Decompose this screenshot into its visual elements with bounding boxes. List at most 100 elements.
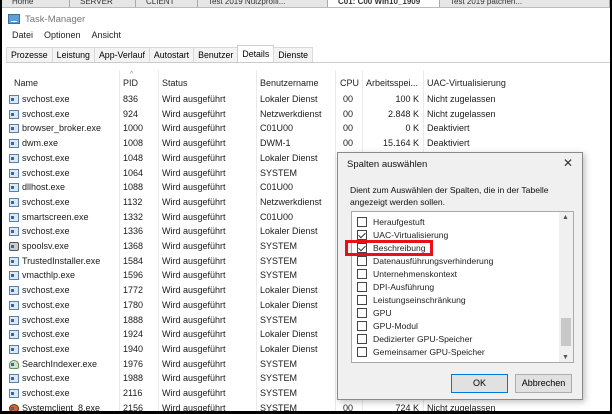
close-icon[interactable]: ✕ bbox=[563, 156, 573, 170]
process-status: Wird ausgeführt bbox=[162, 182, 226, 193]
column-option[interactable]: Leistungseinschränkung bbox=[357, 293, 466, 306]
tab-dienste[interactable]: Dienste bbox=[273, 47, 314, 62]
process-user: Netzwerkdienst bbox=[260, 196, 322, 207]
chevron-down-icon[interactable]: ▼ bbox=[562, 354, 569, 361]
column-list: ▲ ▼ Heraufgestuft UAC-Virtualisierung Besc… bbox=[351, 211, 574, 363]
column-header-pid[interactable]: PID bbox=[123, 78, 138, 88]
checkbox[interactable] bbox=[357, 346, 367, 357]
column-option[interactable]: Dedizierter GPU-Speicher bbox=[357, 332, 472, 345]
tab-autostart[interactable]: Autostart bbox=[148, 47, 195, 62]
vm-tab[interactable]: Home bbox=[2, 0, 70, 7]
list-scrollbar[interactable]: ▲ ▼ bbox=[559, 212, 573, 362]
process-status: Wird ausgeführt bbox=[162, 152, 226, 163]
menu-optionen[interactable]: Optionen bbox=[44, 30, 81, 40]
service-process-icon bbox=[9, 139, 19, 149]
vm-tab-strip: Home SERVER CLIENT Test 2019 Nutzprofil... C… bbox=[2, 0, 610, 8]
chevron-up-icon[interactable]: ▲ bbox=[562, 214, 569, 221]
process-status: Wird ausgeführt bbox=[162, 314, 226, 325]
process-status: Wird ausgeführt bbox=[162, 196, 226, 207]
vm-tab[interactable]: Test 2019 Nutzprofil... bbox=[198, 0, 328, 7]
service-process-icon bbox=[9, 389, 19, 398]
table-row[interactable]: browser_broker.exe 1000 Wird ausgeführt C01… bbox=[2, 122, 610, 136]
column-header-status[interactable]: Status bbox=[162, 78, 188, 88]
column-option-label: DPI-Ausführung bbox=[373, 281, 435, 292]
process-name: svchost.exe bbox=[22, 196, 70, 207]
vm-tab[interactable]: SERVER bbox=[70, 0, 136, 7]
process-status: Wird ausgeführt bbox=[162, 226, 226, 237]
printer-process-icon bbox=[9, 242, 19, 251]
table-row[interactable]: svchost.exe 836 Wird ausgeführt Lokaler Die… bbox=[2, 93, 610, 107]
checkbox[interactable] bbox=[357, 333, 367, 344]
column-option[interactable]: Unternehmenskontext bbox=[357, 267, 457, 280]
process-name: svchost.exe bbox=[22, 167, 70, 178]
process-user: SYSTEM bbox=[260, 241, 298, 251]
title-bar: Task-Manager bbox=[8, 12, 85, 26]
process-cpu: 00 bbox=[343, 123, 354, 134]
process-pid: 1988 bbox=[123, 373, 144, 384]
process-name: svchost.exe bbox=[22, 108, 70, 119]
process-user: C01U00 bbox=[260, 123, 294, 134]
process-cpu: 00 bbox=[343, 138, 354, 149]
column-header-user[interactable]: Benutzername bbox=[260, 78, 319, 88]
vm-tab[interactable]: C01: C00 Win10_1909 bbox=[328, 0, 440, 7]
column-header-cpu[interactable]: CPU bbox=[340, 78, 359, 88]
process-memory: 15.164 K bbox=[382, 138, 419, 149]
vm-tab[interactable]: CLIENT bbox=[136, 0, 198, 7]
cancel-button[interactable]: Abbrechen bbox=[515, 374, 572, 393]
column-option[interactable]: GPU bbox=[357, 306, 392, 319]
tab-benutzer[interactable]: Benutzer bbox=[193, 47, 239, 62]
column-option[interactable]: DPI-Ausführung bbox=[357, 280, 434, 293]
table-row[interactable]: Systemclient_8.exe 2156 Wird ausgeführt SYS… bbox=[2, 402, 610, 411]
process-pid: 924 bbox=[123, 108, 139, 119]
checkbox[interactable] bbox=[357, 281, 367, 292]
tab-bar: Prozesse Leistung App-Verlauf Autostart Benu… bbox=[6, 45, 610, 63]
checkbox[interactable] bbox=[357, 229, 367, 240]
process-user: SYSTEM bbox=[260, 358, 298, 369]
column-header-memory[interactable]: Arbeitsspei... bbox=[366, 78, 418, 88]
process-status: Wird ausgeführt bbox=[162, 255, 226, 266]
column-option[interactable]: GPU-Modul bbox=[357, 319, 418, 332]
checkbox[interactable] bbox=[357, 294, 367, 305]
process-uac: Nicht zugelassen bbox=[427, 108, 496, 119]
process-user: SYSTEM bbox=[260, 255, 298, 266]
vm-tab[interactable]: Test 2019 patchen... bbox=[440, 0, 610, 7]
scrollbar-thumb[interactable] bbox=[561, 318, 571, 346]
service-process-icon bbox=[9, 374, 19, 384]
process-pid: 1924 bbox=[123, 329, 144, 340]
table-row[interactable]: svchost.exe 924 Wird ausgeführt Netzwerkdie… bbox=[2, 108, 610, 122]
column-option-label: Dedizierter GPU-Speicher bbox=[373, 333, 473, 344]
process-status: Wird ausgeführt bbox=[162, 299, 226, 310]
tab-details[interactable]: Details bbox=[237, 45, 275, 62]
task-manager-icon bbox=[8, 14, 20, 24]
tab-prozesse[interactable]: Prozesse bbox=[6, 47, 53, 62]
column-header-uac[interactable]: UAC-Virtualisierung bbox=[427, 78, 506, 88]
process-user: SYSTEM bbox=[260, 388, 298, 398]
checkbox[interactable] bbox=[357, 255, 367, 266]
table-row[interactable]: dwm.exe 1008 Wird ausgeführt DWM-1 00 15.164 … bbox=[2, 137, 610, 151]
tab-app-verlauf[interactable]: App-Verlauf bbox=[93, 47, 150, 62]
checkbox[interactable] bbox=[357, 216, 367, 227]
process-user: C01U00 bbox=[260, 211, 294, 222]
column-option-label: UAC-Virtualisierung bbox=[373, 229, 449, 240]
service-process-icon bbox=[9, 315, 19, 325]
column-header-name[interactable]: Name bbox=[14, 78, 38, 88]
process-user: Lokaler Dienst bbox=[260, 226, 318, 237]
column-option[interactable]: Heraufgestuft bbox=[357, 215, 425, 228]
service-process-icon bbox=[9, 344, 19, 354]
tab-leistung[interactable]: Leistung bbox=[51, 47, 95, 62]
checkbox[interactable] bbox=[357, 320, 367, 331]
process-status: Wird ausgeführt bbox=[162, 373, 226, 384]
checkbox[interactable] bbox=[357, 307, 367, 318]
process-pid: 1000 bbox=[123, 123, 144, 134]
process-name: dwm.exe bbox=[22, 138, 59, 149]
checkbox[interactable] bbox=[357, 268, 367, 279]
process-name: TrustedInstaller.exe bbox=[22, 255, 101, 266]
ok-button[interactable]: OK bbox=[451, 374, 508, 393]
menu-datei[interactable]: Datei bbox=[12, 30, 33, 40]
service-process-icon bbox=[9, 124, 19, 134]
process-status: Wird ausgeführt bbox=[162, 211, 226, 222]
menu-ansicht[interactable]: Ansicht bbox=[92, 30, 122, 40]
column-option[interactable]: Gemeinsamer GPU-Speicher bbox=[357, 345, 485, 358]
menu-bar: Datei Optionen Ansicht bbox=[12, 30, 121, 40]
sort-ascending-icon: ^ bbox=[130, 71, 134, 78]
